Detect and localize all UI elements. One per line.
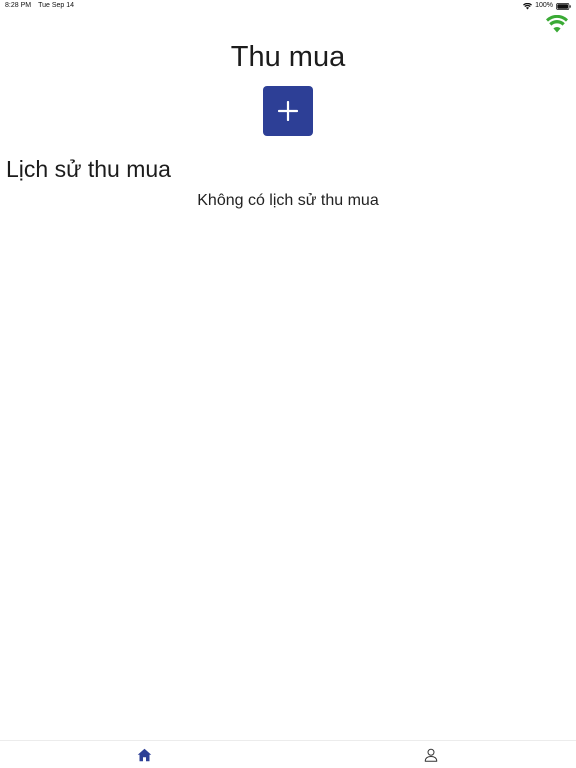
home-icon (137, 748, 151, 762)
battery-percentage: 100% (535, 2, 553, 9)
add-purchase-button[interactable] (263, 86, 313, 136)
status-wifi-icon (523, 2, 533, 10)
status-bar: 8:28 PM Tue Sep 14 100% (0, 0, 576, 12)
tab-profile[interactable] (422, 747, 440, 763)
empty-history-message: Không có lịch sử thu mua (197, 192, 379, 209)
purchase-screen: 8:28 PM Tue Sep 14 100% Thu mua Lịch sử … (0, 0, 576, 768)
tab-bar (0, 740, 576, 768)
person-icon (424, 748, 438, 762)
status-time: 8:28 PM (5, 2, 32, 9)
page-title: Thu mua (230, 41, 346, 73)
tab-home[interactable] (135, 747, 153, 763)
status-date: Tue Sep 14 (38, 2, 75, 9)
history-heading: Lịch sử thu mua (6, 156, 171, 182)
battery-icon (556, 2, 571, 10)
plus-icon (278, 101, 298, 121)
status-bar-right: 100% (523, 0, 571, 12)
status-bar-left: 8:28 PM Tue Sep 14 (5, 0, 74, 12)
connection-status-icon (546, 15, 568, 33)
